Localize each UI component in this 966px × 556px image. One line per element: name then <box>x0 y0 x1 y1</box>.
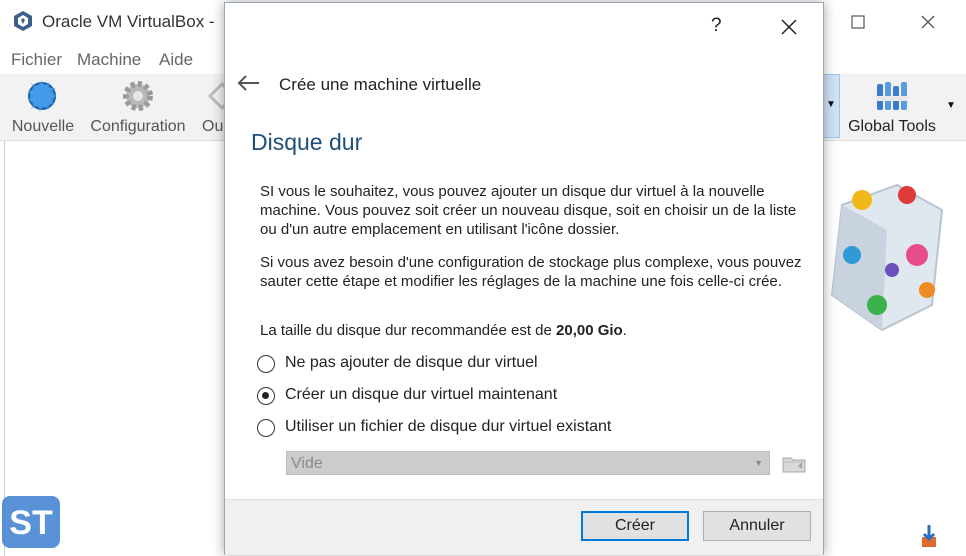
advanced-paragraph: Si vous avez besoin d'une configuration … <box>260 254 802 290</box>
radio-create-disk[interactable] <box>257 387 275 405</box>
close-icon <box>781 19 797 35</box>
global-tools-chevron-icon[interactable]: ▼ <box>946 100 956 111</box>
create-button[interactable]: Créer <box>581 511 689 541</box>
st-watermark-logo: ST <box>2 496 60 548</box>
window-title: Oracle VM VirtualBox - <box>42 12 215 31</box>
close-window-button[interactable] <box>908 8 948 36</box>
recommended-prefix: La taille du disque dur recommandée est … <box>260 322 557 339</box>
wizard-title: Crée une machine virtuelle <box>279 75 482 94</box>
intro-paragraph: SI vous le souhaitez, vous pouvez ajoute… <box>260 183 797 238</box>
global-tools-button[interactable]: Global Tools <box>842 74 942 140</box>
menu-fichier[interactable]: Fichier <box>11 50 62 70</box>
recommended-size-value: 20,00 Gio <box>556 322 623 339</box>
option-create-disk-label: Créer un disque dur virtuel maintenant <box>285 386 558 403</box>
option-no-disk-label: Ne pas ajouter de disque dur virtuel <box>285 354 538 371</box>
new-star-icon <box>27 80 57 112</box>
folder-icon[interactable] <box>781 451 807 475</box>
discard-arrow-icon <box>207 81 224 111</box>
recommended-suffix: . <box>622 322 627 339</box>
option-existing-disk-label: Utiliser un fichier de disque dur virtue… <box>285 418 612 435</box>
settings-label: Configuration <box>90 118 186 135</box>
maximize-icon <box>851 15 865 29</box>
close-icon <box>921 15 935 29</box>
close-dialog-button[interactable] <box>773 11 805 43</box>
new-vm-label: Nouvelle <box>11 118 75 135</box>
back-arrow-icon[interactable] <box>235 73 261 93</box>
recommended-size-text: La taille du disque dur recommandée est … <box>260 321 805 340</box>
help-net-icon <box>922 525 936 547</box>
existing-disk-select[interactable]: Vide ▼ <box>286 451 770 475</box>
welcome-pane <box>822 141 966 556</box>
create-vm-wizard-dialog: ? Crée une machine virtuelle Disque dur … <box>224 2 824 555</box>
menu-aide[interactable]: Aide <box>159 50 193 70</box>
discard-label: Ou <box>202 118 224 135</box>
global-tools-label: Global Tools <box>848 118 936 135</box>
new-vm-button[interactable]: Nouvelle <box>8 74 78 140</box>
page-title: Disque dur <box>251 129 363 155</box>
svg-text:ST: ST <box>9 504 53 542</box>
dialog-footer: Créer Annuler <box>225 499 823 555</box>
existing-disk-select-value: Vide <box>291 455 323 472</box>
maximize-button[interactable] <box>838 8 878 36</box>
gear-icon <box>123 81 153 111</box>
virtualbox-mascot-cube-icon <box>830 183 944 332</box>
chevron-down-icon: ▼ <box>826 99 836 110</box>
global-tools-icon <box>876 82 908 110</box>
menu-machine[interactable]: Machine <box>77 50 141 70</box>
settings-button[interactable]: Configuration <box>86 74 190 140</box>
cancel-button[interactable]: Annuler <box>703 511 811 541</box>
radio-existing-disk[interactable] <box>257 419 275 437</box>
help-button[interactable]: ? <box>711 15 722 37</box>
chevron-down-icon: ▼ <box>754 458 763 468</box>
discard-button[interactable]: Ou <box>198 74 224 140</box>
machine-tools-dropdown[interactable]: ▼ <box>822 74 840 138</box>
virtualbox-app-icon <box>14 11 32 31</box>
radio-no-disk[interactable] <box>257 355 275 373</box>
